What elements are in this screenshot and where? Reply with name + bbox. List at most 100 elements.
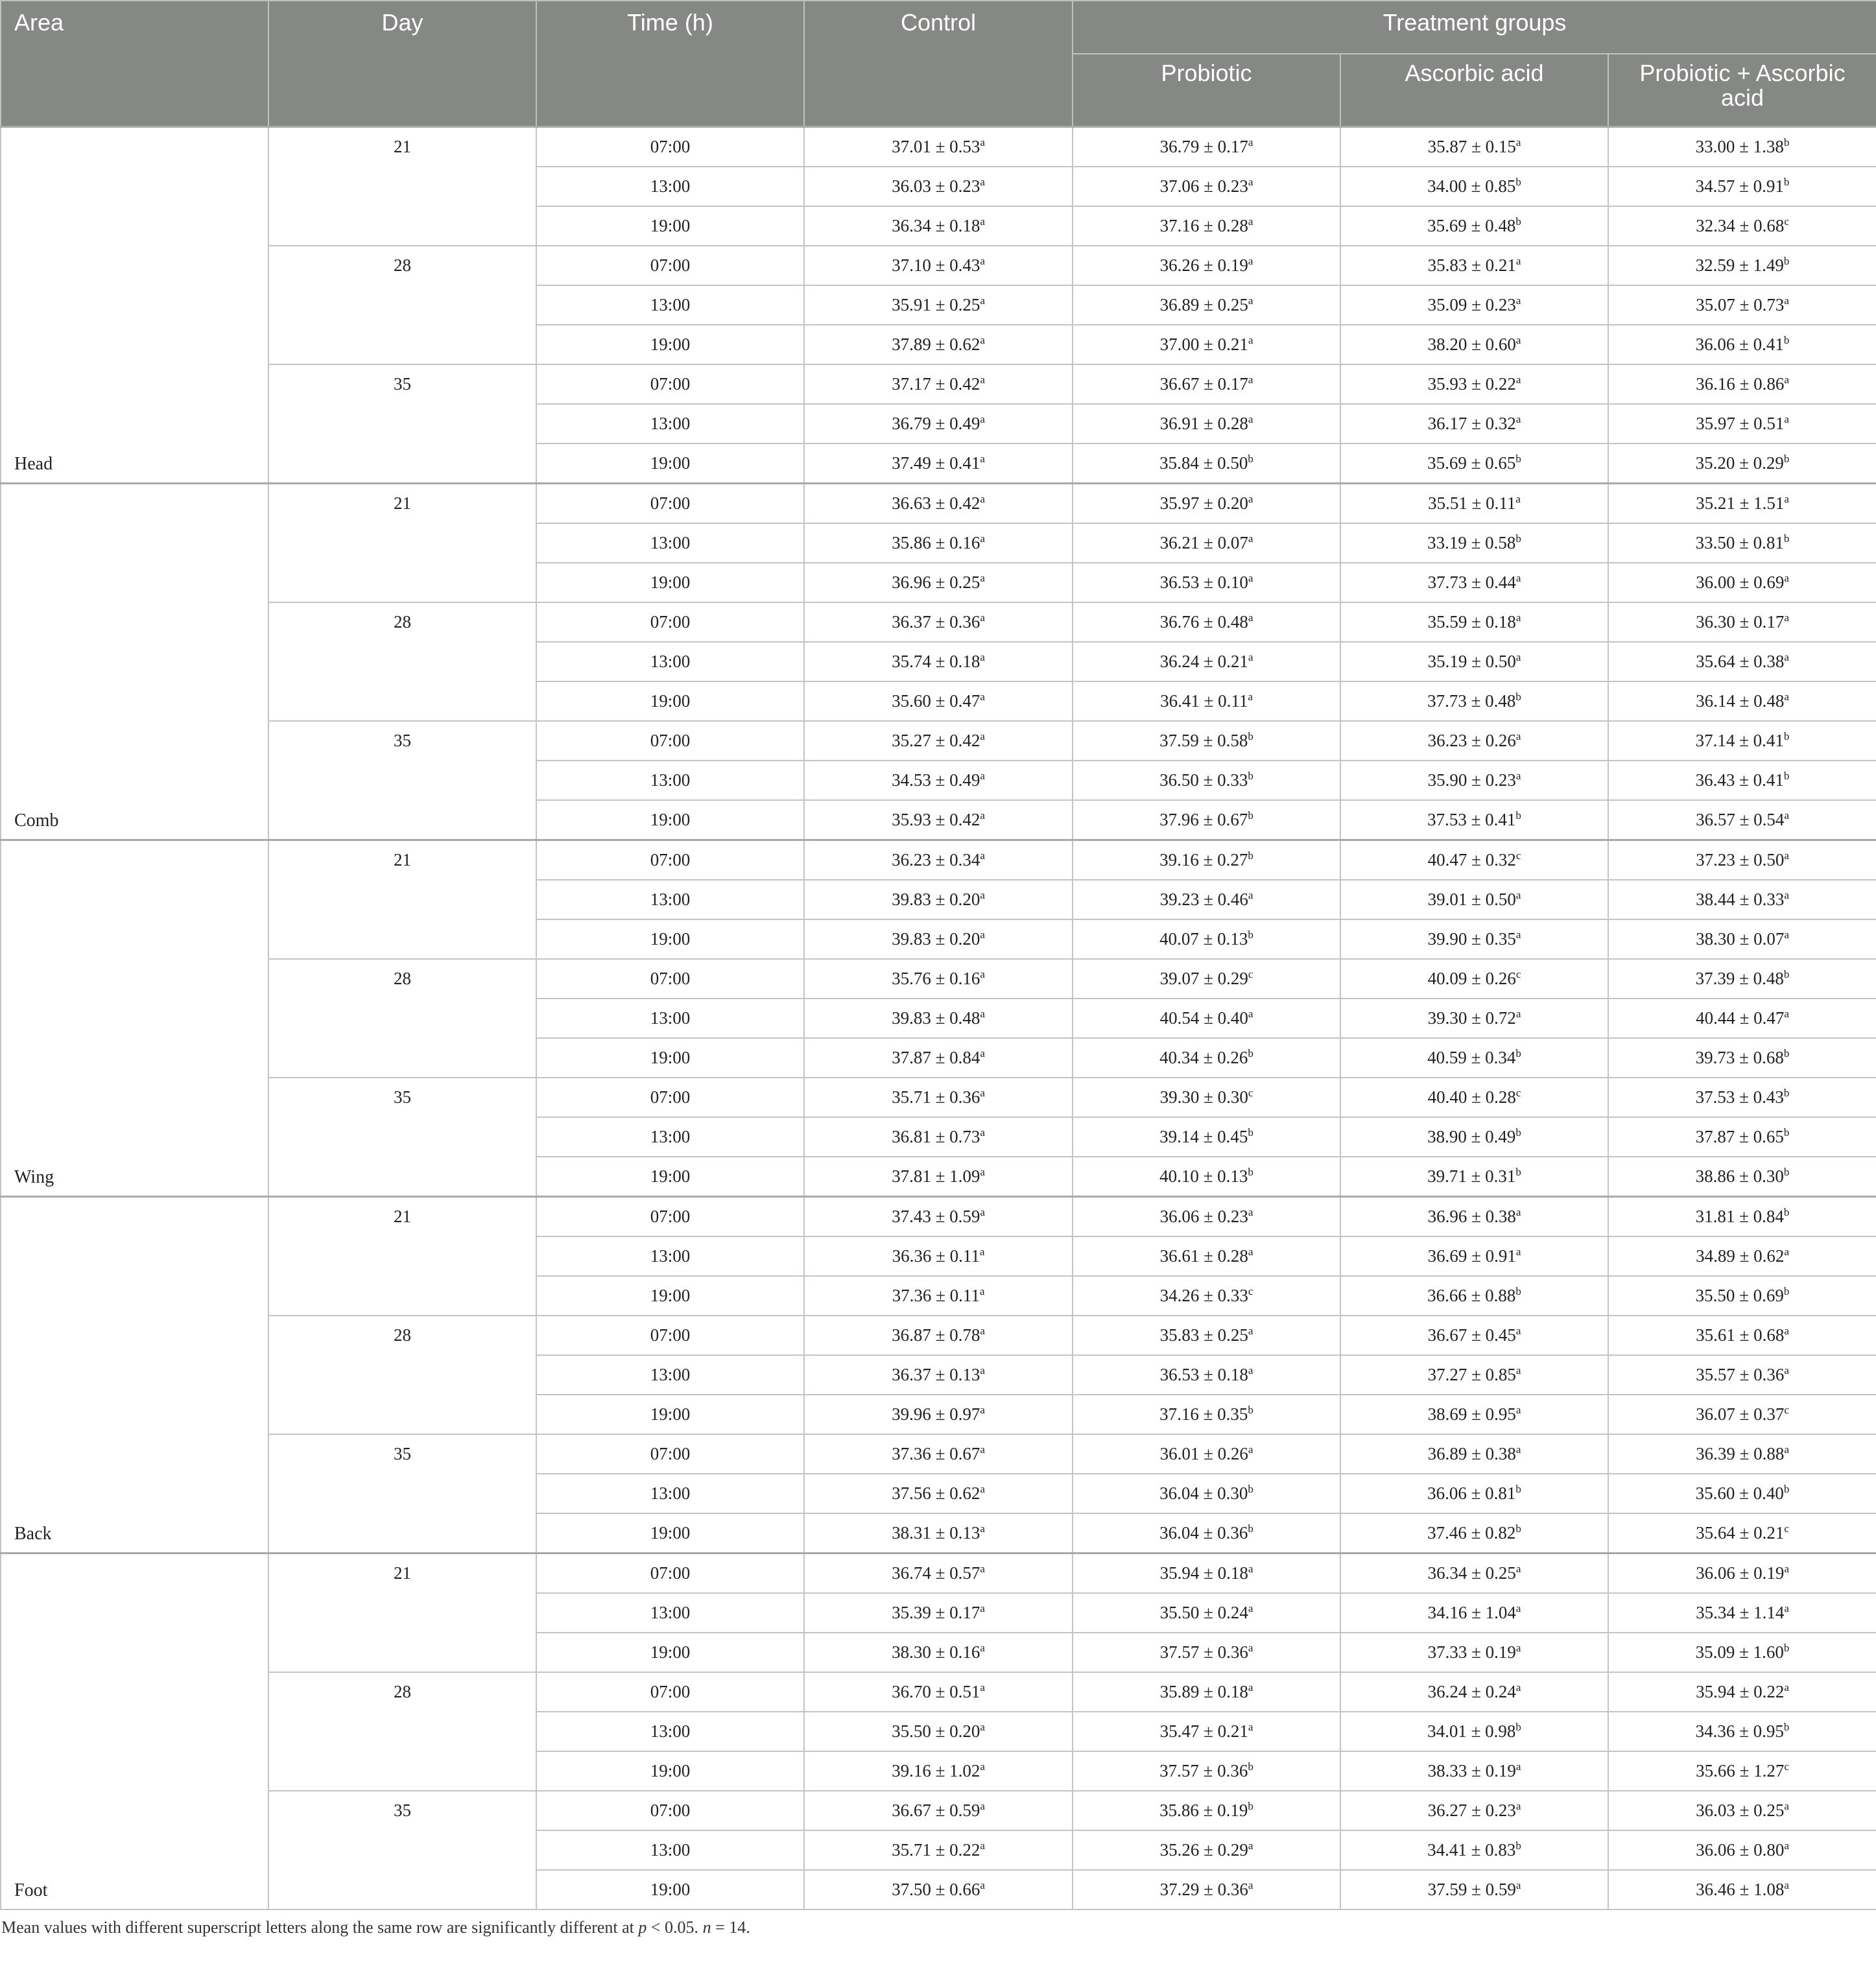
mean-sd-value: 37.96 ± 0.67 <box>1159 810 1248 829</box>
significance-letter: a <box>1515 611 1521 624</box>
time-cell: 13:00 <box>536 1473 805 1514</box>
mean-sd-value: 39.83 ± 0.48 <box>892 1008 980 1028</box>
mean-sd-value: 36.06 ± 0.23 <box>1159 1207 1248 1226</box>
ascorbic-acid-value-cell: 40.40 ± 0.28c <box>1340 1077 1609 1118</box>
significance-letter: b <box>1515 1047 1521 1059</box>
significance-letter: a <box>980 1721 985 1733</box>
ascorbic-acid-value-cell: 37.73 ± 0.48b <box>1340 681 1609 722</box>
mean-sd-value: 39.14 ± 0.45 <box>1159 1127 1248 1146</box>
mean-sd-value: 39.73 ± 0.68 <box>1695 1048 1784 1067</box>
time-cell: 07:00 <box>536 958 805 999</box>
probiotic-ascorbic-value-cell: 35.61 ± 0.68a <box>1608 1315 1876 1356</box>
mean-sd-value: 36.21 ± 0.07 <box>1159 533 1248 552</box>
ascorbic-acid-value-cell: 35.19 ± 0.50a <box>1340 641 1609 682</box>
probiotic-value-cell: 36.01 ± 0.26a <box>1072 1434 1341 1474</box>
significance-letter: b <box>1515 1166 1521 1178</box>
probiotic-value-cell: 36.53 ± 0.18a <box>1072 1354 1341 1395</box>
significance-letter: a <box>980 176 985 188</box>
significance-letter: a <box>1515 1206 1521 1218</box>
mean-sd-value: 35.60 ± 0.47 <box>892 691 980 711</box>
significance-letter: a <box>1784 1800 1789 1812</box>
significance-letter: b <box>1248 730 1253 742</box>
table-row: 28 07:00 36.87 ± 0.78a 35.83 ± 0.25a 36.67 ±… <box>1 1315 1876 1435</box>
significance-letter: a <box>1515 334 1521 346</box>
footnote-text: Mean values with different superscript l… <box>1 1918 639 1937</box>
ascorbic-acid-value-cell: 39.90 ± 0.35a <box>1340 919 1609 960</box>
control-value-cell: 35.71 ± 0.36a <box>803 1077 1073 1118</box>
time-cell: 07:00 <box>536 364 805 405</box>
mean-sd-value: 35.94 ± 0.18 <box>1159 1563 1248 1583</box>
time-cell: 19:00 <box>536 919 805 960</box>
significance-letter: a <box>980 1879 985 1891</box>
probiotic-value-cell: 37.96 ± 0.67b <box>1072 799 1341 841</box>
significance-letter: b <box>1783 255 1790 267</box>
area-cell: Comb <box>0 482 269 841</box>
mean-sd-value: 36.67 ± 0.59 <box>892 1801 980 1820</box>
significance-letter: a <box>1784 1443 1789 1456</box>
probiotic-value-cell: 35.89 ± 0.18a <box>1072 1672 1341 1712</box>
time-cell: 19:00 <box>536 681 805 722</box>
probiotic-value-cell: 36.04 ± 0.30b <box>1072 1473 1341 1514</box>
significance-letter: a <box>1248 889 1253 901</box>
significance-letter: a <box>1248 1602 1253 1614</box>
probiotic-value-cell: 36.24 ± 0.21a <box>1072 641 1341 682</box>
mean-sd-value: 33.00 ± 1.38 <box>1695 137 1784 156</box>
probiotic-value-cell: 37.29 ± 0.36a <box>1072 1869 1341 1910</box>
significance-letter: b <box>1248 849 1253 862</box>
control-value-cell: 35.71 ± 0.22a <box>803 1830 1073 1871</box>
significance-letter: a <box>1515 1404 1521 1416</box>
mean-sd-value: 37.43 ± 0.59 <box>892 1207 980 1226</box>
significance-letter: a <box>1784 889 1789 901</box>
ascorbic-acid-value-cell: 35.09 ± 0.23a <box>1340 285 1609 325</box>
table-row: Back 21 07:00 37.43 ± 0.59a 36.06 ± 0.23a 36.… <box>0 1196 1876 1554</box>
mean-sd-value: 35.83 ± 0.25 <box>1159 1325 1248 1345</box>
probiotic-value-cell: 39.07 ± 0.29c <box>1072 958 1341 999</box>
control-value-cell: 39.83 ± 0.20a <box>803 919 1073 960</box>
significance-letter: a <box>980 1522 985 1535</box>
significance-letter: a <box>1784 413 1789 425</box>
significance-letter: b <box>1248 928 1253 941</box>
probiotic-value-cell: 36.61 ± 0.28a <box>1072 1236 1341 1277</box>
probiotic-ascorbic-value-cell: 36.06 ± 0.41b <box>1608 324 1876 365</box>
ascorbic-acid-value-cell: 36.89 ± 0.38a <box>1340 1434 1609 1474</box>
control-value-cell: 36.36 ± 0.11a <box>803 1236 1073 1277</box>
table-row: Foot 21 07:00 36.74 ± 0.57a 35.94 ± 0.18a 36.… <box>0 1552 1876 1910</box>
footnote-sample-size: = 14. <box>711 1918 750 1937</box>
significance-letter: a <box>980 691 985 703</box>
significance-letter: a <box>980 255 985 267</box>
significance-letter: a <box>1784 651 1789 663</box>
probiotic-value-cell: 40.54 ± 0.40a <box>1072 998 1341 1039</box>
mean-sd-value: 36.46 ± 1.08 <box>1696 1880 1785 1899</box>
significance-letter: a <box>1515 413 1521 425</box>
mean-sd-value: 37.17 ± 0.42 <box>892 374 980 394</box>
ascorbic-acid-value-cell: 36.34 ± 0.25a <box>1340 1552 1609 1594</box>
significance-letter: b <box>1515 176 1521 188</box>
significance-letter: a <box>1248 651 1253 663</box>
significance-letter: c <box>1784 1404 1789 1416</box>
ascorbic-acid-value-cell: 37.53 ± 0.41b <box>1340 799 1609 841</box>
mean-sd-value: 34.00 ± 0.85 <box>1427 176 1516 196</box>
day-cell: 28 <box>268 602 537 722</box>
control-value-cell: 37.87 ± 0.84a <box>803 1037 1073 1078</box>
probiotic-ascorbic-value-cell: 36.30 ± 0.17a <box>1608 602 1876 643</box>
mean-sd-value: 36.01 ± 0.26 <box>1159 1444 1248 1463</box>
table-row: 28 07:00 37.10 ± 0.43a 36.26 ± 0.19a 35.83 ±… <box>1 245 1876 365</box>
significance-letter: b <box>1248 1483 1253 1495</box>
mean-sd-value: 39.83 ± 0.20 <box>892 929 980 949</box>
significance-letter: b <box>1515 1522 1521 1535</box>
mean-sd-value: 36.63 ± 0.42 <box>892 493 980 513</box>
day-cell: 28 <box>268 958 537 1078</box>
mean-sd-value: 36.00 ± 0.69 <box>1696 573 1785 592</box>
probiotic-value-cell: 35.84 ± 0.50b <box>1072 443 1341 484</box>
significance-letter: c <box>1248 1285 1253 1297</box>
probiotic-ascorbic-value-cell: 34.57 ± 0.91b <box>1608 166 1876 207</box>
significance-letter: b <box>1248 1047 1253 1059</box>
control-value-cell: 37.43 ± 0.59a <box>803 1196 1073 1237</box>
significance-letter: a <box>1515 1563 1521 1575</box>
mean-sd-value: 36.07 ± 0.37 <box>1696 1404 1785 1424</box>
significance-letter: a <box>980 1563 985 1575</box>
day-cell: 21 <box>268 1552 537 1673</box>
mean-sd-value: 35.86 ± 0.16 <box>892 533 980 552</box>
significance-letter: b <box>1515 1126 1521 1139</box>
significance-letter: a <box>980 611 985 624</box>
